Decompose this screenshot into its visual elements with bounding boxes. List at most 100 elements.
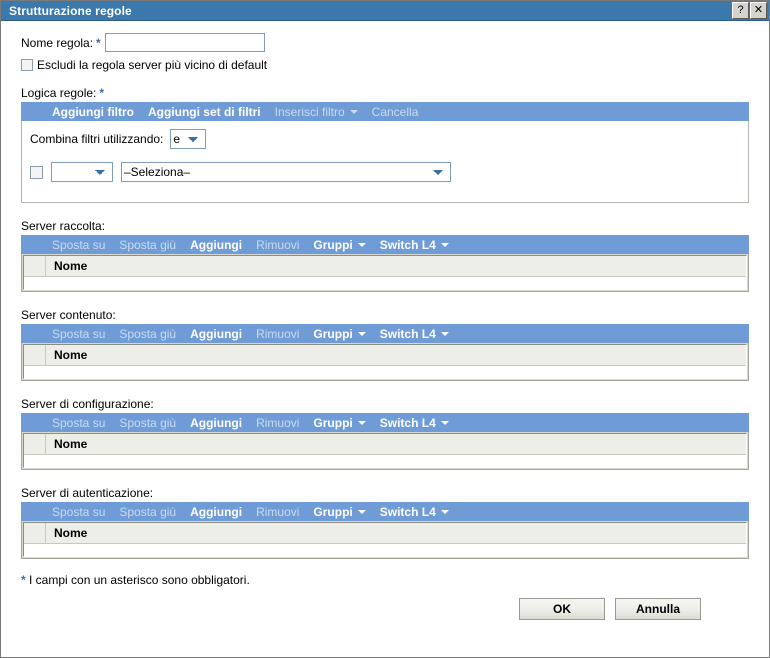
chevron-down-icon (357, 332, 366, 336)
table-header-row: Nome (24, 434, 746, 455)
server-toolbar-contenuto: Sposta su Sposta giù Aggiungi Rimuovi Gr… (21, 324, 749, 343)
rule-name-label: Nome regola: (21, 35, 94, 50)
toolbar-switch-l4[interactable]: Switch L4 (380, 417, 449, 429)
toolbar-groups-label: Gruppi (313, 416, 353, 430)
filter-criteria-select[interactable]: –Seleziona– (121, 162, 451, 182)
cancel-button[interactable]: Annulla (615, 598, 701, 620)
toolbar-move-down[interactable]: Sposta giù (119, 328, 176, 340)
table-header-name: Nome (54, 348, 88, 362)
toolbar-move-down-label: Sposta giù (119, 327, 177, 341)
required-marker: * (96, 35, 101, 50)
toolbar-add-filter-set[interactable]: Aggiungi set di filtri (148, 106, 261, 118)
chevron-down-icon (357, 421, 366, 425)
toolbar-switch-l4-label: Switch L4 (379, 416, 436, 430)
rule-name-row: Nome regola: * (21, 33, 749, 52)
filter-operator-select[interactable] (51, 162, 113, 182)
toolbar-groups[interactable]: Gruppi (313, 238, 366, 252)
help-icon[interactable]: ? (732, 2, 749, 19)
table-body (24, 455, 746, 467)
rule-name-input[interactable] (104, 33, 265, 52)
toolbar-insert-filter[interactable]: Inserisci filtro (275, 106, 358, 118)
required-note-text: I campi con un asterisco sono obbligator… (25, 573, 250, 587)
section-label-server-raccolta: Server raccolta: (21, 219, 106, 233)
exclude-default-label: Escludi la regola server più vicino di d… (37, 58, 268, 72)
toolbar-move-up[interactable]: Sposta su (52, 239, 105, 251)
toolbar-add[interactable]: Aggiungi (190, 506, 242, 518)
table-header-checkbox-column[interactable] (24, 434, 46, 454)
toolbar-add-label: Aggiungi (190, 327, 243, 341)
server-table-raccolta: Nome (21, 254, 749, 292)
table-header-checkbox-column[interactable] (24, 256, 46, 276)
toolbar-switch-l4-label: Switch L4 (379, 238, 436, 252)
toolbar-move-up-label: Sposta su (52, 238, 106, 252)
toolbar-groups[interactable]: Gruppi (313, 416, 366, 430)
toolbar-groups[interactable]: Gruppi (313, 328, 366, 340)
logic-panel: Combina filtri utilizzando: e –Seleziona… (21, 121, 749, 203)
toolbar-add-label: Aggiungi (190, 238, 243, 252)
toolbar-move-down[interactable]: Sposta giù (119, 506, 176, 518)
toolbar-remove-label: Rimuovi (256, 327, 300, 341)
toolbar-move-down-label: Sposta giù (119, 238, 177, 252)
exclude-default-checkbox[interactable] (21, 59, 33, 71)
toolbar-move-down[interactable]: Sposta giù (119, 417, 176, 429)
toolbar-groups[interactable]: Gruppi (313, 506, 366, 518)
toolbar-groups-label: Gruppi (313, 238, 353, 252)
dialog-content: Nome regola: * Escludi la regola server … (1, 21, 769, 559)
server-table-inner: Nome (23, 433, 747, 468)
table-body (24, 366, 746, 378)
table-header-name: Nome (54, 526, 88, 540)
toolbar-add[interactable]: Aggiungi (190, 239, 242, 251)
toolbar-add[interactable]: Aggiungi (190, 417, 242, 429)
chevron-down-icon (357, 243, 366, 247)
toolbar-move-down[interactable]: Sposta giù (119, 239, 176, 251)
server-table-configurazione: Nome (21, 432, 749, 470)
toolbar-switch-l4-label: Switch L4 (379, 505, 436, 519)
combine-filters-row: Combina filtri utilizzando: e (30, 129, 738, 149)
ok-button[interactable]: OK (519, 598, 605, 620)
toolbar-remove-label: Rimuovi (256, 238, 300, 252)
toolbar-clear-label: Cancella (371, 105, 419, 119)
server-table-inner: Nome (23, 344, 747, 379)
toolbar-add[interactable]: Aggiungi (190, 328, 242, 340)
toolbar-clear[interactable]: Cancella (372, 106, 419, 118)
chevron-down-icon (357, 510, 366, 514)
toolbar-move-up-label: Sposta su (52, 416, 106, 430)
exclude-default-row[interactable]: Escludi la regola server più vicino di d… (21, 58, 749, 72)
server-toolbar-configurazione: Sposta su Sposta giù Aggiungi Rimuovi Gr… (21, 413, 749, 432)
toolbar-move-up[interactable]: Sposta su (52, 417, 105, 429)
server-table-inner: Nome (23, 255, 747, 290)
toolbar-move-up[interactable]: Sposta su (52, 506, 105, 518)
table-body (24, 544, 746, 556)
close-icon[interactable]: ✕ (750, 2, 767, 19)
table-header-row: Nome (24, 345, 746, 366)
combine-filters-label: Combina filtri utilizzando: (30, 132, 164, 146)
chevron-down-icon (440, 421, 449, 425)
logic-section-title: Logica regole: (21, 86, 97, 100)
dialog-footer: * I campi con un asterisco sono obbligat… (1, 559, 769, 620)
toolbar-remove[interactable]: Rimuovi (256, 417, 299, 429)
toolbar-switch-l4[interactable]: Switch L4 (380, 328, 449, 340)
table-header-checkbox-column[interactable] (24, 345, 46, 365)
logic-toolbar: Aggiungi filtro Aggiungi set di filtri I… (21, 102, 749, 121)
chevron-down-icon (440, 332, 449, 336)
toolbar-remove[interactable]: Rimuovi (256, 328, 299, 340)
filter-row-checkbox[interactable] (30, 165, 43, 179)
section-label-server-configurazione: Server di configurazione: (21, 397, 154, 411)
toolbar-add-filter[interactable]: Aggiungi filtro (52, 106, 134, 118)
combine-operator-select[interactable]: e (170, 129, 207, 149)
table-header-row: Nome (24, 256, 746, 277)
titlebar: Strutturazione regole ? ✕ (1, 1, 769, 21)
titlebar-buttons: ? ✕ (732, 2, 767, 19)
required-fields-note: * I campi con un asterisco sono obbligat… (21, 573, 749, 587)
table-header-checkbox-column[interactable] (24, 523, 46, 543)
toolbar-switch-l4[interactable]: Switch L4 (380, 506, 449, 518)
logic-section-label: Logica regole: * (21, 86, 749, 100)
table-header-name: Nome (54, 437, 88, 451)
toolbar-switch-l4[interactable]: Switch L4 (380, 239, 449, 251)
toolbar-remove[interactable]: Rimuovi (256, 506, 299, 518)
toolbar-remove[interactable]: Rimuovi (256, 239, 299, 251)
toolbar-move-up[interactable]: Sposta su (52, 328, 105, 340)
server-table-contenuto: Nome (21, 343, 749, 381)
chevron-down-icon (349, 110, 358, 114)
toolbar-move-up-label: Sposta su (52, 327, 106, 341)
